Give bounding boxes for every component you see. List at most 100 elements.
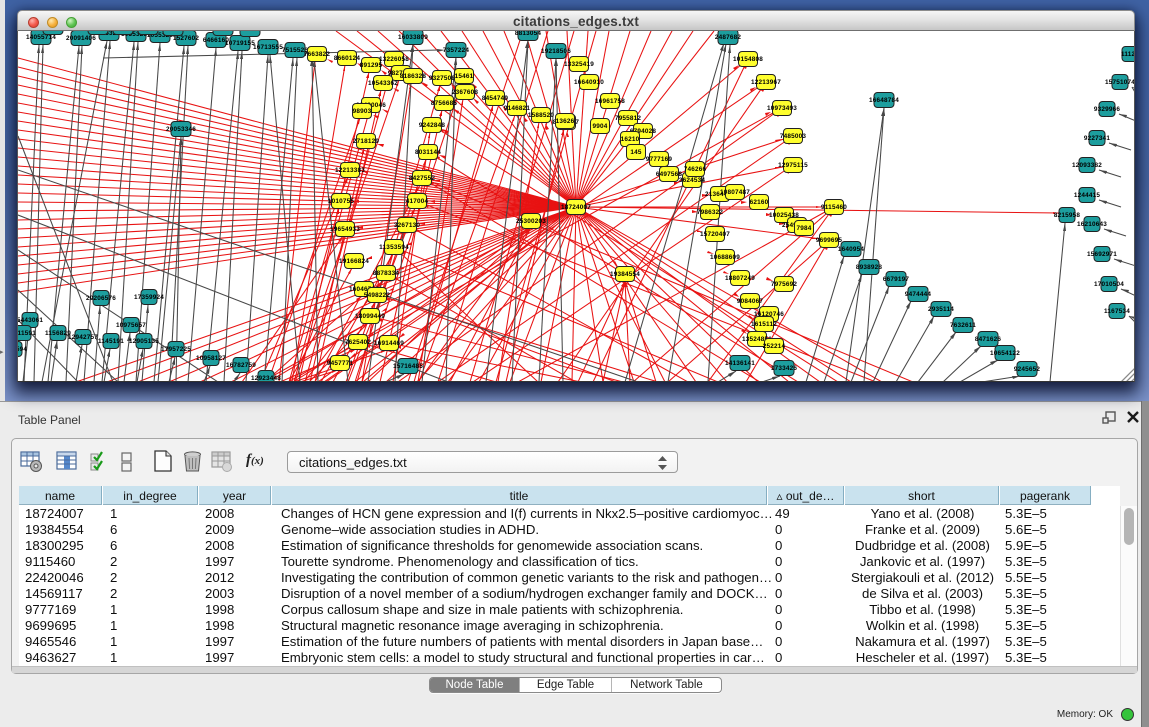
- svg-text:17957225: 17957225: [161, 346, 191, 353]
- svg-text:7663822: 7663822: [304, 51, 331, 58]
- svg-text:8427552: 8427552: [409, 175, 436, 182]
- svg-text:1615112: 1615112: [751, 321, 777, 328]
- svg-text:145: 145: [630, 149, 642, 156]
- svg-text:98903: 98903: [353, 108, 372, 115]
- svg-text:10973493: 10973493: [767, 105, 797, 112]
- svg-text:9777169: 9777169: [646, 156, 673, 163]
- svg-text:16210643: 16210643: [1077, 221, 1107, 228]
- svg-text:8471626: 8471626: [975, 336, 1002, 343]
- svg-text:17359924: 17359924: [134, 294, 164, 301]
- svg-text:1244415: 1244415: [1074, 192, 1101, 199]
- svg-text:10688609: 10688609: [710, 254, 740, 261]
- svg-text:12923448: 12923448: [251, 375, 281, 382]
- svg-text:62160: 62160: [750, 199, 769, 206]
- svg-text:9327508: 9327508: [429, 75, 456, 82]
- svg-text:16961758: 16961758: [595, 98, 625, 105]
- svg-text:3267130: 3267130: [394, 222, 421, 229]
- svg-text:12213383: 12213383: [335, 167, 365, 174]
- svg-text:1145191: 1145191: [98, 338, 124, 345]
- svg-text:16648784: 16648784: [869, 97, 899, 104]
- svg-text:6679197: 6679197: [883, 276, 910, 283]
- svg-text:7955812: 7955812: [615, 115, 642, 122]
- svg-text:10807487: 10807487: [720, 189, 750, 196]
- svg-text:20091406: 20091406: [66, 35, 96, 42]
- svg-text:10719155: 10719155: [225, 40, 255, 47]
- svg-text:16713555: 16713555: [253, 44, 283, 51]
- svg-text:9245652: 9245652: [1014, 366, 1041, 373]
- svg-text:8878334: 8878334: [373, 270, 400, 277]
- svg-text:19384554: 19384554: [610, 271, 640, 278]
- svg-text:891295: 891295: [360, 62, 383, 69]
- svg-text:17010504: 17010504: [1094, 281, 1124, 288]
- svg-text:1527602: 1527602: [173, 35, 200, 42]
- svg-text:10654122: 10654122: [990, 350, 1020, 357]
- svg-text:16782759: 16782759: [226, 362, 256, 369]
- svg-text:746266: 746266: [684, 166, 707, 173]
- svg-text:14055714: 14055714: [26, 34, 56, 41]
- svg-text:9457771: 9457771: [327, 360, 354, 367]
- svg-text:10958127: 10958127: [196, 355, 226, 362]
- svg-text:12942757: 12942757: [68, 334, 98, 341]
- svg-text:13226058: 13226058: [379, 56, 409, 63]
- svg-text:5443061: 5443061: [18, 317, 43, 324]
- svg-text:7984: 7984: [796, 225, 811, 232]
- svg-text:15720407: 15720407: [700, 231, 730, 238]
- svg-text:9115460: 9115460: [821, 204, 847, 211]
- svg-text:8813054: 8813054: [515, 31, 542, 37]
- svg-text:8660124: 8660124: [334, 55, 361, 62]
- svg-text:3624534: 3624534: [679, 177, 706, 184]
- svg-text:16033809: 16033809: [398, 34, 428, 41]
- svg-text:7485003: 7485003: [780, 133, 807, 140]
- svg-text:8454749: 8454749: [482, 95, 509, 102]
- svg-text:8186328: 8186328: [400, 73, 427, 80]
- svg-text:3911591: 3911591: [18, 330, 36, 337]
- svg-text:10975657: 10975657: [116, 322, 146, 329]
- svg-text:1010755: 1010755: [328, 198, 355, 205]
- svg-text:16210: 16210: [621, 136, 640, 143]
- svg-text:1733426: 1733426: [771, 365, 798, 372]
- svg-text:7975692: 7975692: [771, 281, 798, 288]
- svg-text:9474444: 9474444: [905, 291, 932, 298]
- svg-text:417004: 417004: [406, 198, 429, 205]
- svg-text:11353594: 11353594: [379, 244, 409, 251]
- svg-text:3931594: 3931594: [18, 346, 27, 353]
- svg-text:12905135: 12905135: [129, 338, 159, 345]
- svg-text:9146821: 9146821: [504, 105, 531, 112]
- svg-text:18807249: 18807249: [725, 275, 755, 282]
- svg-text:20053346: 20053346: [166, 126, 196, 133]
- svg-text:15716485: 15716485: [393, 363, 423, 370]
- svg-text:15461: 15461: [455, 73, 474, 80]
- svg-text:8938928: 8938928: [856, 264, 883, 271]
- svg-text:9242848: 9242848: [419, 122, 446, 129]
- svg-text:7986322: 7986322: [697, 209, 724, 216]
- svg-text:8215958: 8215958: [1054, 212, 1081, 219]
- svg-text:16640910: 16640910: [574, 79, 604, 86]
- svg-text:9904: 9904: [592, 123, 607, 130]
- svg-text:9227341: 9227341: [1084, 135, 1111, 142]
- svg-text:1167534: 1167534: [1104, 308, 1130, 315]
- svg-text:2935114: 2935114: [928, 306, 954, 313]
- svg-text:20206576: 20206576: [86, 295, 116, 302]
- svg-text:13325419: 13325419: [564, 61, 594, 68]
- svg-text:5498222: 5498222: [364, 292, 391, 299]
- svg-text:1588520: 1588520: [528, 112, 555, 119]
- svg-text:15751074: 15751074: [1105, 79, 1135, 86]
- svg-text:9084067: 9084067: [737, 298, 764, 305]
- svg-text:2718129: 2718129: [353, 138, 380, 145]
- svg-text:25300203: 25300203: [516, 218, 546, 225]
- svg-text:7632611: 7632611: [950, 322, 976, 329]
- svg-text:18099449: 18099449: [355, 313, 385, 320]
- svg-text:10543362: 10543362: [368, 80, 398, 87]
- svg-text:7357224: 7357224: [443, 47, 470, 54]
- svg-text:11123: 11123: [1121, 51, 1135, 58]
- svg-text:13626: 13626: [556, 118, 575, 125]
- svg-text:19218506: 19218506: [541, 48, 571, 55]
- svg-text:14136141: 14136141: [725, 360, 755, 367]
- svg-text:1640954: 1640954: [838, 246, 865, 253]
- svg-text:18724007: 18724007: [561, 204, 591, 211]
- svg-text:2487682: 2487682: [715, 34, 742, 41]
- svg-text:7625402: 7625402: [345, 339, 372, 346]
- svg-text:16914469: 16914469: [374, 340, 404, 347]
- svg-text:2367608: 2367608: [452, 89, 479, 96]
- svg-text:12093382: 12093382: [1072, 162, 1102, 169]
